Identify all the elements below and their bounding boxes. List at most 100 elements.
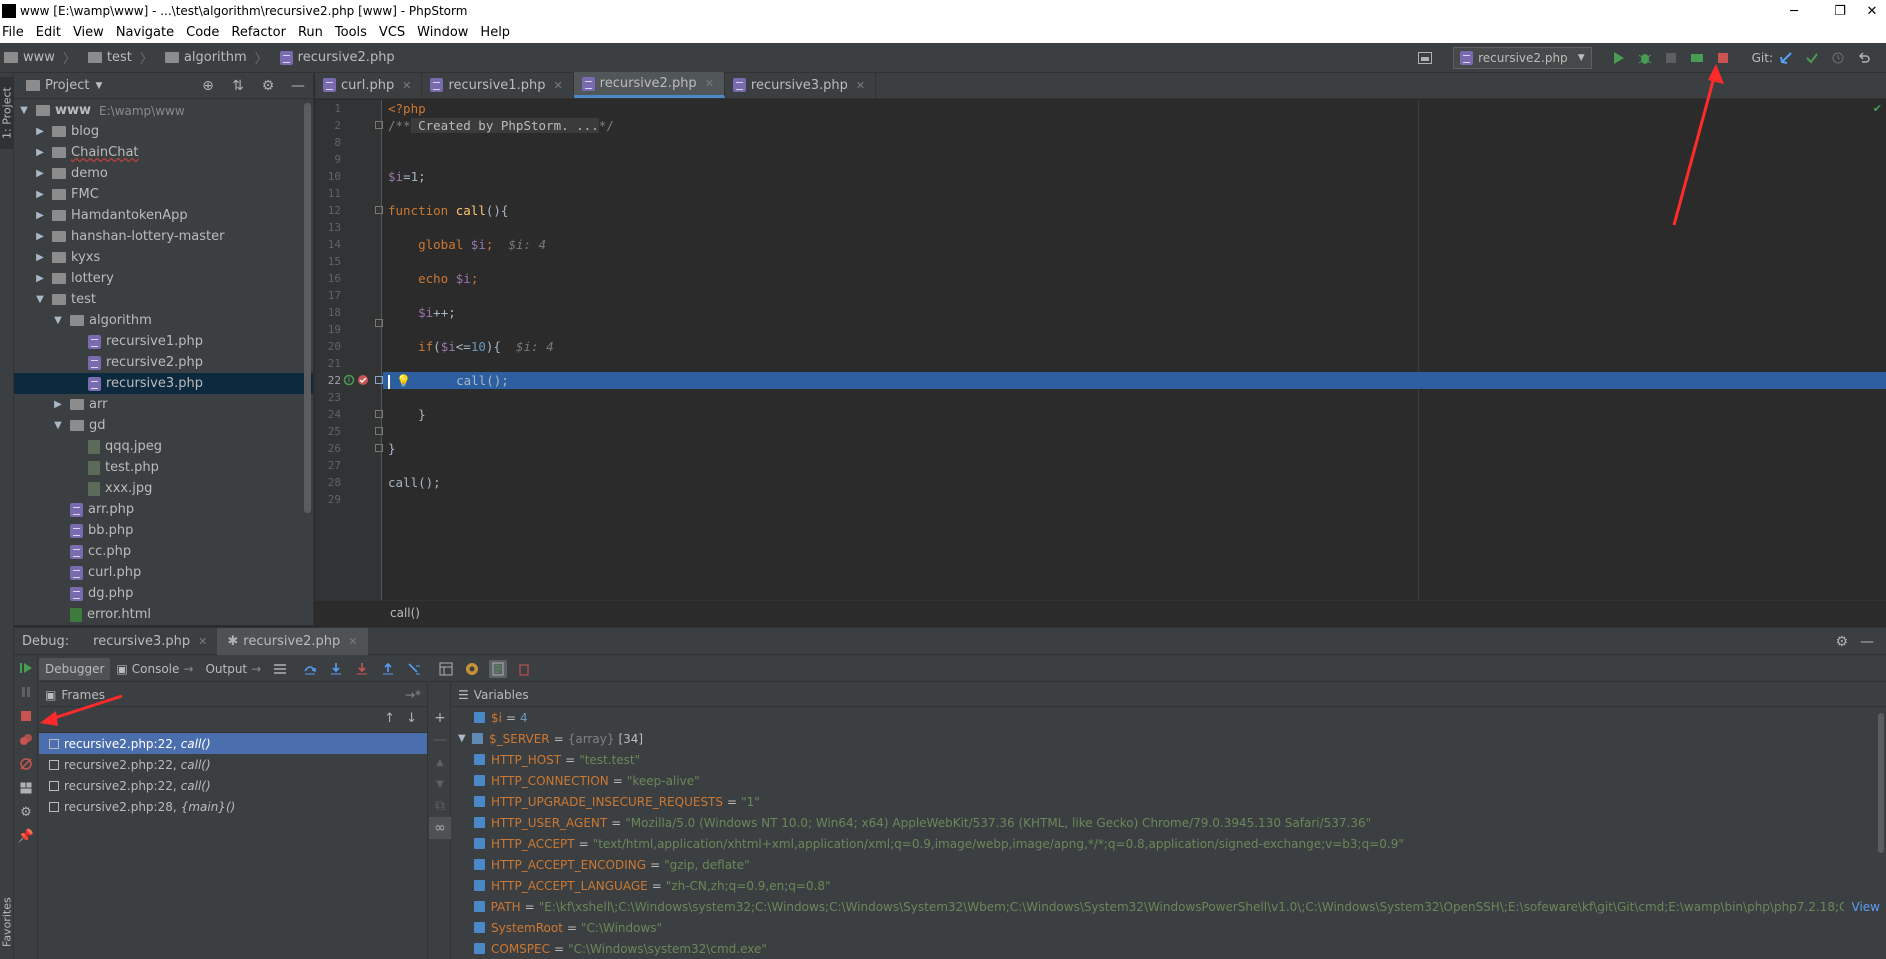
step-over-icon[interactable] bbox=[301, 660, 319, 678]
run-to-cursor-icon[interactable] bbox=[405, 660, 423, 678]
debug-session-tab-recursive3[interactable]: recursive3.php ✕ bbox=[83, 628, 217, 655]
view-breakpoints-icon[interactable] bbox=[14, 728, 38, 752]
fold-marker-icon[interactable] bbox=[375, 319, 383, 327]
mute-breakpoints-icon[interactable] bbox=[14, 752, 38, 776]
pin-icon[interactable]: 📌 bbox=[14, 824, 38, 848]
copy-icon[interactable]: ⧉ bbox=[429, 795, 451, 817]
tree-node-fmc[interactable]: ▶ FMC bbox=[14, 184, 313, 205]
frame-item[interactable]: recursive2.php:22, call() bbox=[39, 775, 427, 796]
close-icon[interactable]: ✕ bbox=[402, 79, 411, 92]
breadcrumb-www[interactable]: www 〉 bbox=[0, 48, 82, 67]
frame-item[interactable]: recursive2.php:22, call() bbox=[39, 733, 427, 754]
editor-gutter[interactable]: 1 2 8 9 10 11 12 13 14 15 16 17 18 19 20… bbox=[315, 100, 383, 600]
tree-node-error-html[interactable]: error.html bbox=[14, 604, 313, 625]
tree-node-hanshan-lottery-master[interactable]: ▶ hanshan-lottery-master bbox=[14, 226, 313, 247]
close-icon[interactable]: ✕ bbox=[553, 79, 562, 92]
tree-node-blog[interactable]: ▶ blog bbox=[14, 121, 313, 142]
fold-marker-icon[interactable] bbox=[375, 121, 383, 129]
variable-row[interactable]: HTTP_ACCEPT = "text/html,application/xhtml… bbox=[452, 833, 1886, 854]
menu-refactor[interactable]: Refactor bbox=[225, 25, 292, 40]
rerun-icon[interactable] bbox=[1689, 50, 1705, 66]
step-out-icon[interactable] bbox=[379, 660, 397, 678]
fold-marker-icon[interactable] bbox=[375, 376, 383, 384]
close-icon[interactable]: ✕ bbox=[198, 635, 207, 648]
variable-row[interactable]: HTTP_UPGRADE_INSECURE_REQUESTS = "1" bbox=[452, 791, 1886, 812]
variable-row[interactable]: COMSPEC = "C:\Windows\system32\cmd.exe" bbox=[452, 938, 1886, 959]
move-down-icon[interactable]: ▼ bbox=[429, 773, 451, 795]
tree-node-arr-php[interactable]: arr.php bbox=[14, 499, 313, 520]
menu-view[interactable]: View bbox=[67, 25, 110, 40]
breadcrumb-file[interactable]: recursive2.php bbox=[274, 50, 401, 65]
tree-node-lottery[interactable]: ▶ lottery bbox=[14, 268, 313, 289]
editor-breadcrumb[interactable]: call() bbox=[315, 600, 1886, 625]
tree-node-chainchat[interactable]: ▶ ChainChat bbox=[14, 142, 313, 163]
variable-row[interactable]: HTTP_HOST = "test.test" bbox=[452, 749, 1886, 770]
menu-vcs[interactable]: VCS bbox=[373, 25, 411, 40]
minimize-button[interactable]: ─ bbox=[1771, 0, 1817, 22]
resume-program-icon[interactable] bbox=[14, 656, 38, 680]
arrow-up-icon[interactable]: ↑ bbox=[384, 711, 395, 726]
variable-row[interactable]: HTTP_USER_AGENT = "Mozilla/5.0 (Windows NT… bbox=[452, 812, 1886, 833]
tree-node-bb-php[interactable]: bb.php bbox=[14, 520, 313, 541]
project-structure-icon[interactable] bbox=[1417, 50, 1433, 66]
close-icon[interactable]: ✕ bbox=[705, 77, 714, 90]
tree-node-recursive3[interactable]: recursive3.php bbox=[14, 373, 313, 394]
tree-node-www[interactable]: ▼ www E:\wamp\www bbox=[14, 100, 313, 121]
tree-node-cc-php[interactable]: cc.php bbox=[14, 541, 313, 562]
fold-marker-icon[interactable] bbox=[375, 444, 383, 452]
tree-node-qqq-jpeg[interactable]: qqq.jpeg bbox=[14, 436, 313, 457]
tab-console[interactable]: ▣ Console → bbox=[110, 658, 199, 680]
git-update-icon[interactable] bbox=[1778, 50, 1794, 66]
inspection-ok-icon[interactable]: ✔ bbox=[1873, 102, 1882, 115]
tree-node-demo[interactable]: ▶ demo bbox=[14, 163, 313, 184]
fold-marker-icon[interactable] bbox=[375, 427, 383, 435]
variable-row[interactable]: SystemRoot = "C:\Windows" bbox=[452, 917, 1886, 938]
variable-row[interactable]: PATH = "E:\kf\xshell\;C:\Windows\system32;… bbox=[452, 896, 1880, 917]
gear-icon[interactable]: ⚙ bbox=[1835, 634, 1848, 650]
frame-item[interactable]: recursive2.php:22, call() bbox=[39, 754, 427, 775]
tree-node-recursive2[interactable]: recursive2.php bbox=[14, 352, 313, 373]
variable-row-i[interactable]: $i = 4 bbox=[452, 707, 1886, 728]
watches-glasses-icon[interactable]: ∞ bbox=[429, 817, 451, 839]
menu-tools[interactable]: Tools bbox=[329, 25, 373, 40]
variable-row[interactable]: HTTP_CONNECTION = "keep-alive" bbox=[452, 770, 1886, 791]
menu-edit[interactable]: Edit bbox=[30, 25, 67, 40]
breadcrumb-test[interactable]: test 〉 bbox=[82, 48, 159, 67]
tree-node-kyxs[interactable]: ▶ kyxs bbox=[14, 247, 313, 268]
evaluate-expression-icon[interactable] bbox=[437, 660, 455, 678]
git-revert-icon[interactable] bbox=[1856, 50, 1872, 66]
project-tool-window-button[interactable]: 1: Project bbox=[0, 77, 14, 149]
project-view-select[interactable]: Project ▼ bbox=[26, 78, 102, 93]
thread-selector[interactable]: ↑ ↓ bbox=[39, 707, 427, 733]
restore-layout-icon[interactable] bbox=[14, 776, 38, 800]
git-history-icon[interactable] bbox=[1830, 50, 1846, 66]
menu-help[interactable]: Help bbox=[474, 25, 516, 40]
run-coverage-icon[interactable] bbox=[1663, 50, 1679, 66]
pin-arrow-icon[interactable]: →* bbox=[405, 688, 421, 702]
locate-target-icon[interactable]: ⊕ bbox=[200, 78, 216, 94]
favorites-tool-window-button[interactable]: Favorites bbox=[0, 888, 14, 956]
tree-node-xxx-jpg[interactable]: xxx.jpg bbox=[14, 478, 313, 499]
show-execution-point-icon[interactable] bbox=[271, 660, 289, 678]
tree-node-curl-php[interactable]: curl.php bbox=[14, 562, 313, 583]
hide-icon[interactable]: — bbox=[1860, 634, 1874, 650]
variable-row-server[interactable]: ▼ $_SERVER = {array} [34] bbox=[452, 728, 1886, 749]
intention-bulb-icon[interactable]: 💡 bbox=[396, 374, 411, 388]
tab-recursive2-php[interactable]: recursive2.php ✕ bbox=[573, 72, 725, 98]
show-values-inline-icon[interactable] bbox=[489, 659, 508, 678]
run-configuration-select[interactable]: recursive2.php ▼ bbox=[1453, 47, 1592, 69]
move-up-icon[interactable]: ▲ bbox=[429, 751, 451, 773]
pause-program-icon[interactable] bbox=[14, 680, 38, 704]
close-icon[interactable]: ✕ bbox=[856, 79, 865, 92]
folded-comment[interactable]: Created by PhpStorm. ... bbox=[410, 118, 599, 133]
fold-marker-icon[interactable] bbox=[375, 206, 383, 214]
collapse-all-icon[interactable]: ⇅ bbox=[230, 78, 246, 94]
tree-node-algorithm[interactable]: ▼ algorithm bbox=[14, 310, 313, 331]
tab-output[interactable]: Output → bbox=[199, 658, 267, 680]
debug-session-tab-recursive2[interactable]: ✱ recursive2.php ✕ bbox=[217, 627, 368, 655]
variables-scrollbar[interactable] bbox=[1878, 713, 1884, 853]
web-browser-icon[interactable] bbox=[463, 660, 481, 678]
menu-run[interactable]: Run bbox=[292, 25, 329, 40]
gear-icon[interactable]: ⚙ bbox=[14, 800, 38, 824]
breadcrumb-algorithm[interactable]: algorithm 〉 bbox=[159, 48, 274, 67]
